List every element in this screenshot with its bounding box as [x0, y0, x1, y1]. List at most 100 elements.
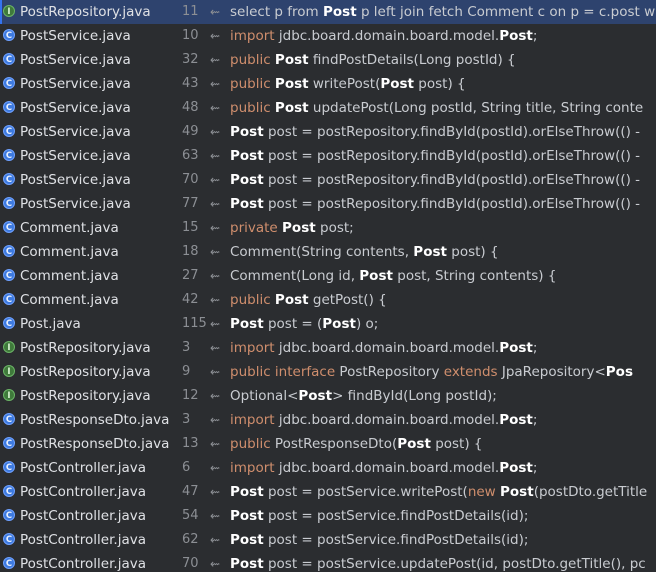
usage-result-row[interactable]: C PostService.java 32 ⇜ public Post findPost… — [0, 48, 656, 72]
usage-result-row[interactable]: I PostRepository.java 3 ⇜ import jdbc.board.… — [0, 336, 656, 360]
result-file-name: PostRepository.java — [20, 4, 151, 20]
result-file-name: Comment.java — [20, 220, 119, 236]
code-text: post = postRepository.findById(postId).o… — [263, 124, 641, 140]
class-file-icon: C — [3, 29, 15, 41]
code-keyword: new — [467, 484, 501, 500]
code-text: select p from — [230, 4, 323, 20]
code-text: ; — [532, 412, 538, 428]
usage-result-row[interactable]: C PostResponseDto.java 3 ⇜ import jdbc.board… — [0, 408, 656, 432]
class-file-icon: C — [3, 485, 15, 497]
code-text: ; — [532, 460, 538, 476]
result-file-name: PostController.java — [20, 508, 146, 524]
result-code-snippet: Comment(String contents, Post post) { — [230, 240, 656, 264]
usage-arrow-icon: ⇜ — [210, 53, 221, 67]
result-line-number: 42 — [182, 292, 199, 307]
usage-result-row[interactable]: C PostService.java 49 ⇜ Post post = postRepo… — [0, 120, 656, 144]
code-text: jdbc.board.domain.board.model. — [278, 412, 500, 428]
match-highlight: Post — [230, 172, 264, 188]
class-file-icon: C — [3, 77, 15, 89]
usage-result-row[interactable]: C PostController.java 6 ⇜ import jdbc.board.… — [0, 456, 656, 480]
usage-result-row[interactable]: C PostResponseDto.java 13 ⇜ public PostRespo… — [0, 432, 656, 456]
result-line-number: 70 — [182, 556, 199, 571]
result-line-number: 115 — [182, 316, 207, 331]
usage-arrow-icon: ⇜ — [210, 5, 221, 19]
code-keyword: extends — [443, 364, 502, 380]
code-keyword: import — [230, 28, 279, 44]
code-text: post = postService.updatePost(id, postDt… — [263, 556, 646, 572]
match-highlight: Post — [230, 532, 264, 548]
class-file-icon: C — [3, 437, 15, 449]
match-highlight: Post — [413, 244, 447, 260]
match-highlight: Post — [274, 52, 309, 68]
result-code-snippet: Post post = postService.writePost(new Po… — [230, 480, 656, 504]
code-text: updatePost(Long postId, String title, St… — [308, 100, 644, 116]
usage-result-row[interactable]: I PostRepository.java 11 ⇜ select p from Pos… — [0, 0, 656, 24]
result-line-number: 15 — [182, 220, 199, 235]
usage-arrow-icon: ⇜ — [210, 29, 221, 43]
usage-result-row[interactable]: C PostController.java 47 ⇜ Post post = postS… — [0, 480, 656, 504]
usage-result-row[interactable]: C PostService.java 70 ⇜ Post post = postRepo… — [0, 168, 656, 192]
class-file-icon: C — [3, 101, 15, 113]
result-line-number: 49 — [182, 124, 199, 139]
usage-arrow-icon: ⇜ — [210, 125, 221, 139]
result-file-name: PostService.java — [20, 148, 131, 164]
result-file-name: Comment.java — [20, 292, 119, 308]
class-file-icon: C — [3, 173, 15, 185]
result-code-snippet: private Post post; — [230, 216, 656, 240]
class-file-icon: C — [3, 533, 15, 545]
usage-result-row[interactable]: C Comment.java 15 ⇜ private Post post; — [0, 216, 656, 240]
usage-result-row[interactable]: C PostController.java 62 ⇜ Post post = postS… — [0, 528, 656, 552]
class-file-icon: C — [3, 509, 15, 521]
usage-result-row[interactable]: C Comment.java 42 ⇜ public Post getPost() { — [0, 288, 656, 312]
match-highlight: Post — [322, 4, 357, 20]
code-text: post = postService.findPostDetails(id); — [263, 532, 529, 548]
usage-result-row[interactable]: C PostService.java 63 ⇜ Post post = postRepo… — [0, 144, 656, 168]
result-code-snippet: Post post = postService.findPostDetails(… — [230, 504, 656, 528]
class-file-icon: C — [3, 149, 15, 161]
code-text: post) { — [446, 244, 499, 260]
code-text: post = postRepository.findById(postId).o… — [263, 196, 641, 212]
result-file-name: PostRepository.java — [20, 364, 151, 380]
usage-arrow-icon: ⇜ — [210, 77, 221, 91]
code-keyword: private — [230, 220, 283, 236]
usage-arrow-icon: ⇜ — [210, 365, 221, 379]
result-code-snippet: select p from Post p left join fetch Com… — [230, 0, 656, 24]
result-line-number: 43 — [182, 76, 199, 91]
result-line-number: 47 — [182, 484, 199, 499]
code-text: PostRepository — [339, 364, 444, 380]
result-line-number: 3 — [182, 412, 191, 427]
code-text: post = postRepository.findById(postId).o… — [263, 148, 641, 164]
usage-arrow-icon: ⇜ — [210, 461, 221, 475]
usage-result-row[interactable]: C PostController.java 70 ⇜ Post post = postS… — [0, 552, 656, 572]
usage-result-row[interactable]: C Post.java 115 ⇜ Post post = (Post) o; — [0, 312, 656, 336]
result-code-snippet: Optional<Post> findById(Long postId); — [230, 384, 656, 408]
match-highlight: Post — [500, 484, 534, 500]
usage-arrow-icon: ⇜ — [210, 509, 221, 523]
code-text: post = postService.findPostDetails(id); — [263, 508, 529, 524]
usage-result-row[interactable]: C PostService.java 77 ⇜ Post post = postRepo… — [0, 192, 656, 216]
result-file-name: PostService.java — [20, 196, 131, 212]
code-text: jdbc.board.domain.board.model. — [278, 28, 500, 44]
result-code-snippet: public interface PostRepository extends … — [230, 360, 656, 384]
usage-result-row[interactable]: C PostService.java 10 ⇜ import jdbc.board.do… — [0, 24, 656, 48]
usage-result-row[interactable]: I PostRepository.java 12 ⇜ Optional<Post> fi… — [0, 384, 656, 408]
usage-result-row[interactable]: C PostService.java 43 ⇜ public Post writePos… — [0, 72, 656, 96]
result-line-number: 48 — [182, 100, 199, 115]
code-keyword: public — [230, 52, 275, 68]
result-file-name: PostResponseDto.java — [20, 436, 170, 452]
result-code-snippet: Post post = postRepository.findById(post… — [230, 120, 656, 144]
usage-result-row[interactable]: C PostService.java 48 ⇜ public Post updatePo… — [0, 96, 656, 120]
match-highlight: Post — [499, 28, 533, 44]
usage-result-row[interactable]: C Comment.java 27 ⇜ Comment(Long id, Post po… — [0, 264, 656, 288]
code-keyword: public — [230, 100, 275, 116]
usage-result-row[interactable]: I PostRepository.java 9 ⇜ public interface P… — [0, 360, 656, 384]
code-text: post = ( — [263, 316, 323, 332]
usage-result-row[interactable]: C Comment.java 18 ⇜ Comment(String contents,… — [0, 240, 656, 264]
result-code-snippet: import jdbc.board.domain.board.model.Pos… — [230, 24, 656, 48]
usage-arrow-icon: ⇜ — [210, 389, 221, 403]
usage-result-row[interactable]: C PostController.java 54 ⇜ Post post = postS… — [0, 504, 656, 528]
code-text: ) o; — [355, 316, 379, 332]
result-code-snippet: public PostResponseDto(Post post) { — [230, 432, 656, 456]
usage-arrow-icon: ⇜ — [210, 485, 221, 499]
usage-arrow-icon: ⇜ — [210, 101, 221, 115]
